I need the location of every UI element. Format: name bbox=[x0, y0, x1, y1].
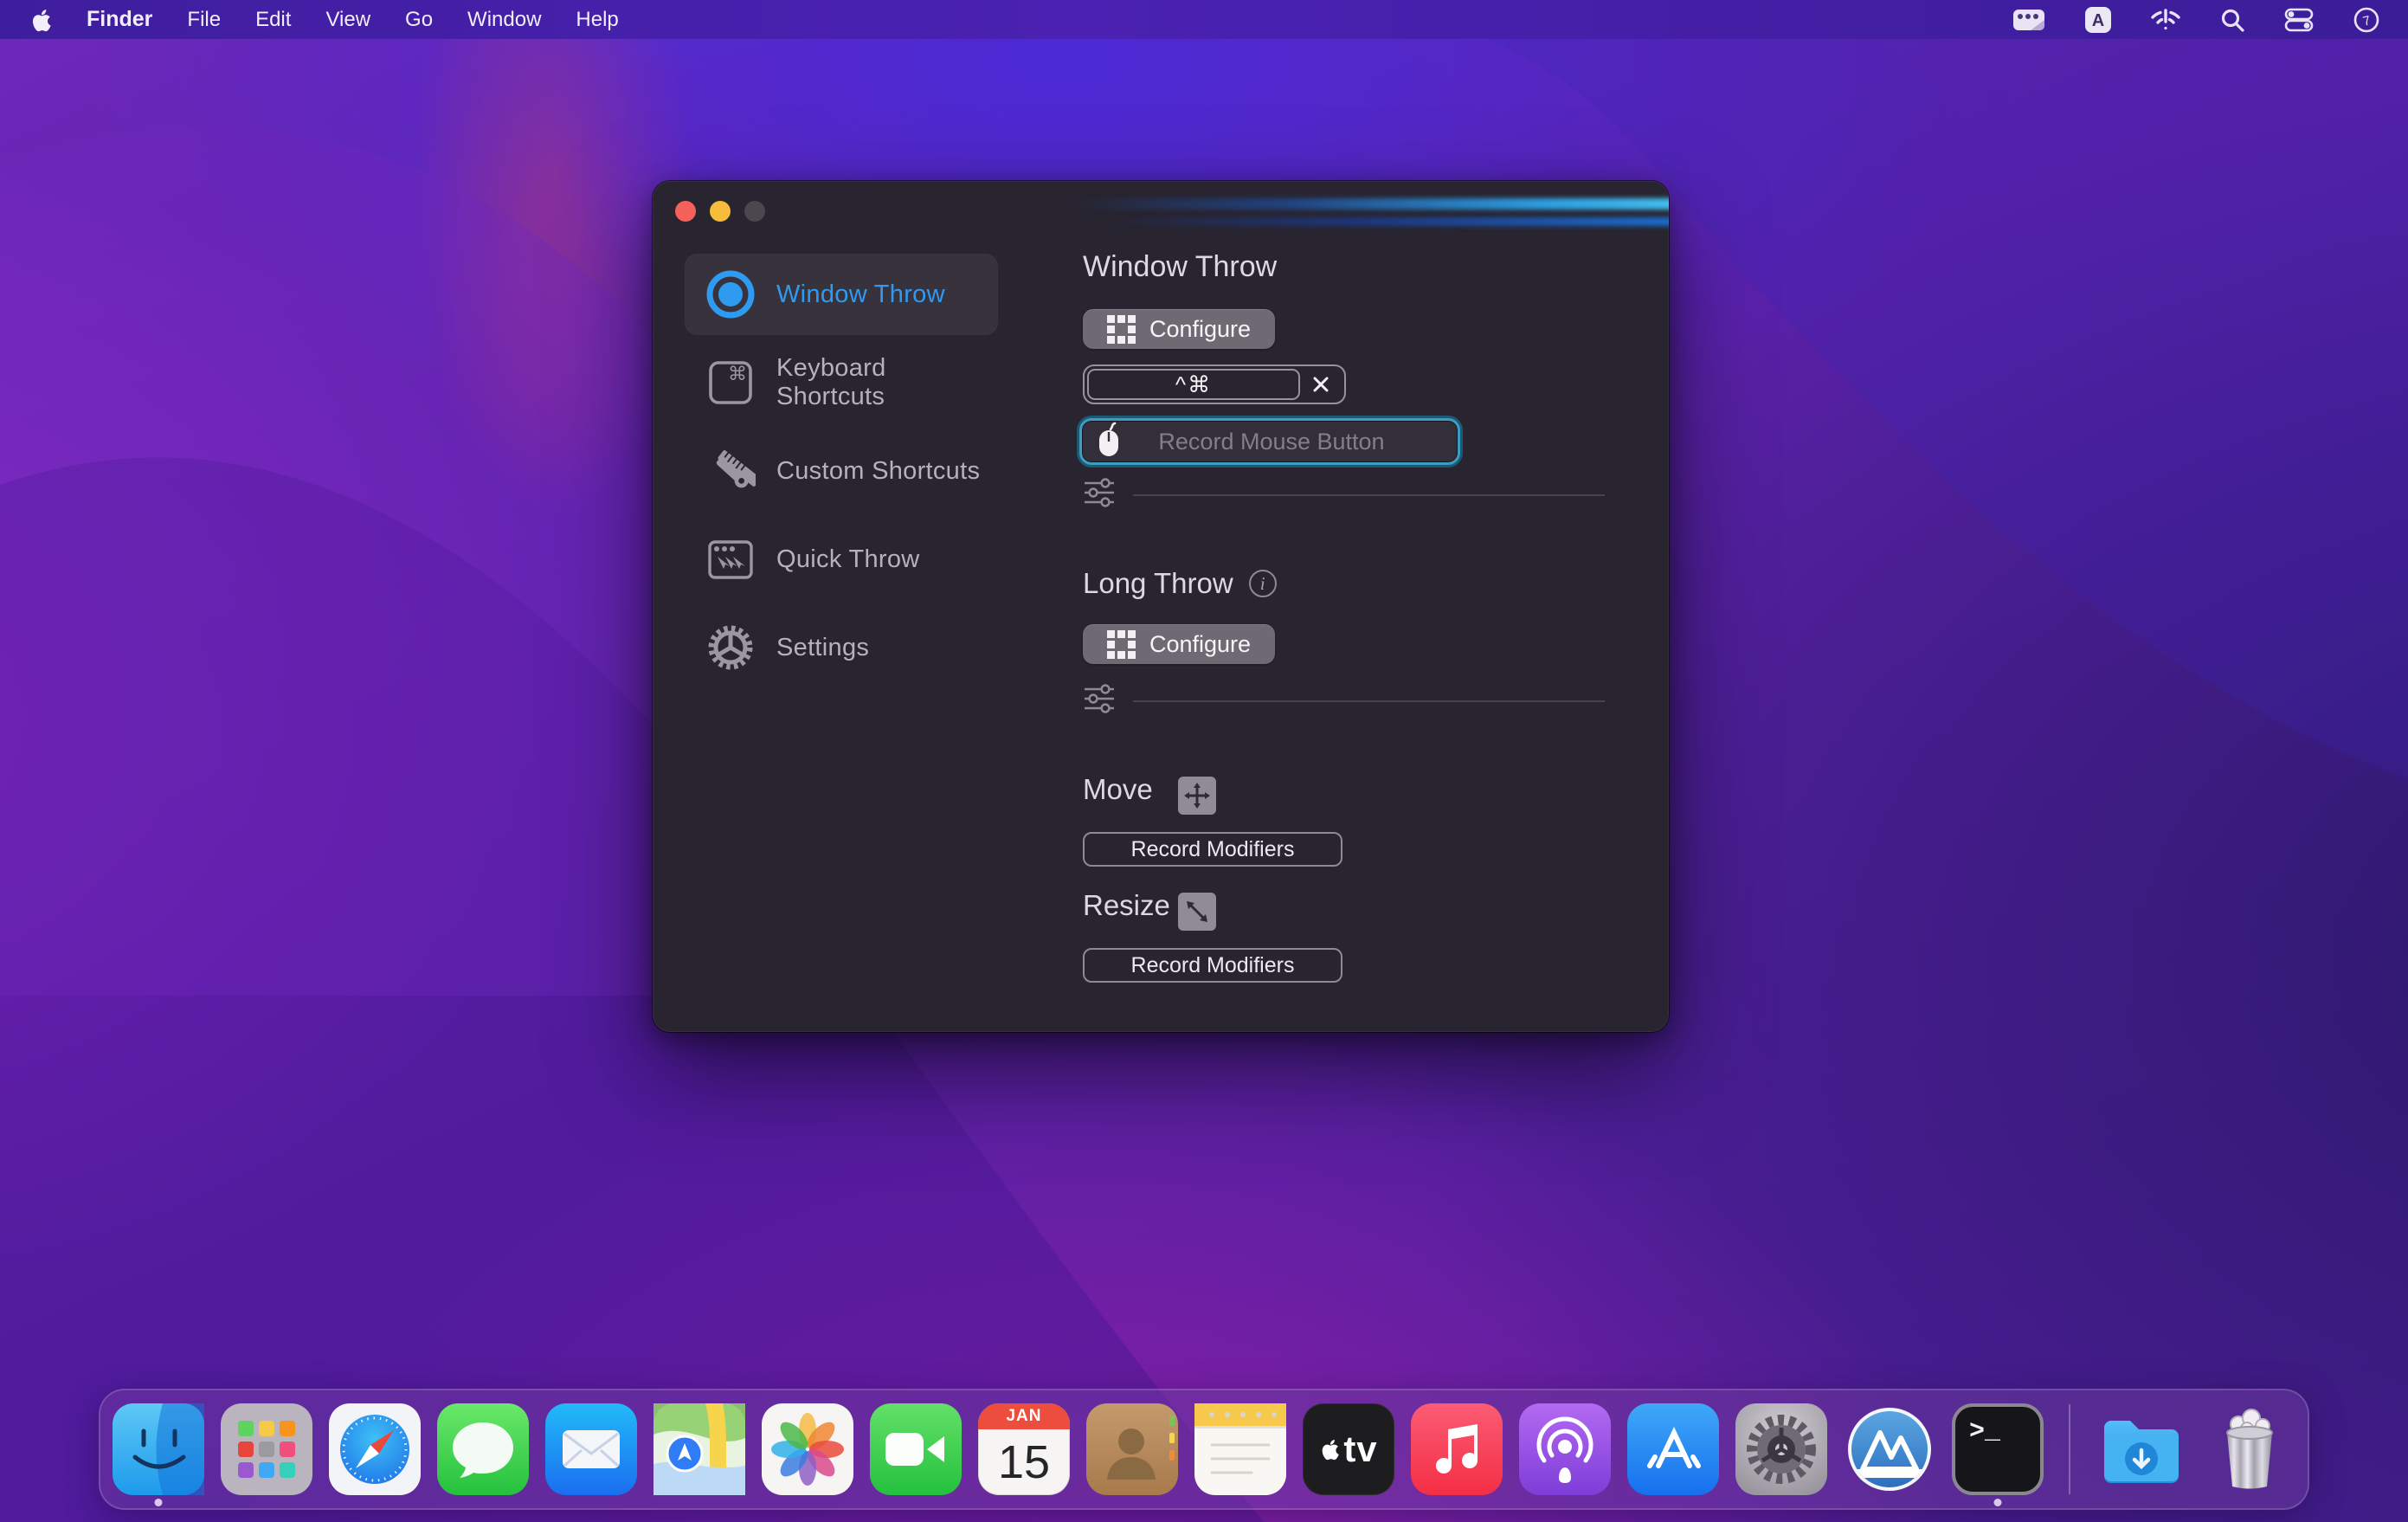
keyboard-shortcuts-icon: ⌘ bbox=[685, 358, 776, 408]
wifi-alert-icon[interactable] bbox=[2150, 7, 2181, 33]
record-mouse-button-field[interactable]: Record Mouse Button bbox=[1079, 418, 1460, 465]
window-throw-configure-button[interactable]: Configure bbox=[1083, 309, 1275, 349]
calendar-day: 15 bbox=[978, 1429, 1070, 1495]
window-throw-options-row bbox=[1083, 475, 1605, 514]
clock-icon[interactable]: 7 bbox=[2353, 6, 2380, 34]
custom-shortcuts-icon bbox=[685, 446, 776, 496]
apple-menu-icon[interactable] bbox=[29, 7, 52, 33]
sidebar-label: Settings bbox=[776, 634, 869, 662]
dock-trash-icon[interactable] bbox=[2204, 1403, 2295, 1495]
app-window: Window Throw ⌘ Keyboard Shortcuts bbox=[653, 181, 1669, 1032]
dock-launchpad-icon[interactable] bbox=[221, 1403, 312, 1495]
dock-facetime-icon[interactable] bbox=[870, 1403, 962, 1495]
dock-notes-icon[interactable] bbox=[1194, 1403, 1286, 1495]
record-mouse-placeholder: Record Mouse Button bbox=[1124, 429, 1420, 455]
sidebar-label: Quick Throw bbox=[776, 545, 920, 574]
menu-window[interactable]: Window bbox=[467, 8, 541, 32]
sidebar-label: Keyboard Shortcuts bbox=[776, 354, 998, 411]
dock-finder-icon[interactable] bbox=[113, 1403, 204, 1495]
long-throw-info-icon[interactable]: i bbox=[1249, 570, 1277, 597]
window-throw-shortcut-control: ^⌘ bbox=[1083, 364, 1346, 404]
menu-bar: Finder File Edit View Go Window Help A bbox=[0, 0, 2408, 39]
dock-separator bbox=[2069, 1404, 2070, 1494]
move-icon bbox=[1178, 777, 1216, 815]
dock-mail-icon[interactable] bbox=[545, 1403, 637, 1495]
close-button[interactable] bbox=[675, 201, 696, 222]
main-content: Window Throw Configure ^⌘ bbox=[1083, 181, 1637, 1032]
dock-app-store-icon[interactable] bbox=[1627, 1403, 1719, 1495]
keystroke-overlay-icon[interactable] bbox=[2012, 7, 2046, 33]
menu-file[interactable]: File bbox=[187, 8, 221, 32]
grid-icon bbox=[1107, 630, 1136, 659]
svg-text:A: A bbox=[2092, 11, 2104, 30]
menu-help[interactable]: Help bbox=[576, 8, 618, 32]
calendar-month: JAN bbox=[978, 1403, 1070, 1429]
x-icon bbox=[1311, 375, 1330, 394]
long-throw-heading: Long Throw i bbox=[1083, 567, 1277, 600]
terminal-prompt: >_ bbox=[1969, 1417, 2000, 1447]
menu-view[interactable]: View bbox=[325, 8, 370, 32]
long-throw-configure-button[interactable]: Configure bbox=[1083, 624, 1275, 664]
grid-icon bbox=[1107, 315, 1136, 344]
divider bbox=[1133, 700, 1605, 702]
tv-label: tv bbox=[1343, 1428, 1377, 1470]
dock-calendar-icon[interactable]: JAN 15 bbox=[978, 1403, 1070, 1495]
sidebar-label: Window Throw bbox=[776, 281, 945, 309]
sliders-icon[interactable] bbox=[1083, 681, 1116, 720]
sidebar-item-settings[interactable]: Settings bbox=[685, 607, 998, 688]
shortcut-field[interactable]: ^⌘ bbox=[1087, 369, 1300, 400]
sidebar-item-custom-shortcuts[interactable]: Custom Shortcuts bbox=[685, 430, 998, 512]
dock-messages-icon[interactable] bbox=[437, 1403, 529, 1495]
dock-system-preferences-icon[interactable] bbox=[1735, 1403, 1827, 1495]
control-center-icon[interactable] bbox=[2283, 7, 2315, 33]
menubar-app-name[interactable]: Finder bbox=[87, 7, 152, 32]
window-throw-icon bbox=[685, 269, 776, 319]
dock: JAN 15 bbox=[99, 1389, 2309, 1510]
divider bbox=[1133, 494, 1605, 496]
dock-window-manager-app-icon[interactable] bbox=[1844, 1403, 1935, 1495]
zoom-button[interactable] bbox=[744, 201, 765, 222]
menu-edit[interactable]: Edit bbox=[255, 8, 291, 32]
svg-text:⌘: ⌘ bbox=[728, 364, 747, 385]
desktop: Finder File Edit View Go Window Help A bbox=[0, 0, 2408, 1522]
dock-music-icon[interactable] bbox=[1411, 1403, 1503, 1495]
clear-shortcut-button[interactable] bbox=[1300, 369, 1342, 400]
sidebar-item-keyboard-shortcuts[interactable]: ⌘ Keyboard Shortcuts bbox=[685, 342, 998, 423]
long-throw-options-row bbox=[1083, 681, 1605, 720]
menu-go[interactable]: Go bbox=[405, 8, 433, 32]
svg-text:7: 7 bbox=[2361, 13, 2372, 29]
dock-safari-icon[interactable] bbox=[329, 1403, 421, 1495]
window-throw-heading: Window Throw bbox=[1083, 250, 1277, 284]
dock-podcasts-icon[interactable] bbox=[1519, 1403, 1611, 1495]
window-controls bbox=[675, 201, 765, 222]
dock-photos-icon[interactable] bbox=[762, 1403, 853, 1495]
dock-terminal-icon[interactable]: >_ bbox=[1952, 1403, 2044, 1495]
mouse-icon bbox=[1094, 422, 1124, 462]
resize-record-modifiers-button[interactable]: Record Modifiers bbox=[1083, 948, 1342, 983]
sidebar-label: Custom Shortcuts bbox=[776, 457, 980, 486]
dock-tv-icon[interactable]: tv bbox=[1303, 1403, 1394, 1495]
minimize-button[interactable] bbox=[710, 201, 731, 222]
sidebar-item-window-throw[interactable]: Window Throw bbox=[685, 254, 998, 335]
resize-icon bbox=[1178, 893, 1216, 931]
move-record-modifiers-button[interactable]: Record Modifiers bbox=[1083, 832, 1342, 867]
spotlight-icon[interactable] bbox=[2219, 7, 2245, 33]
settings-gear-icon bbox=[685, 622, 776, 673]
sidebar-item-quick-throw[interactable]: Quick Throw bbox=[685, 519, 998, 600]
move-label: Move bbox=[1083, 773, 1153, 806]
resize-label: Resize bbox=[1083, 889, 1170, 922]
input-source-icon[interactable]: A bbox=[2084, 6, 2112, 34]
running-indicator bbox=[1994, 1499, 2002, 1506]
dock-contacts-icon[interactable] bbox=[1086, 1403, 1178, 1495]
quick-throw-icon bbox=[685, 534, 776, 584]
running-indicator bbox=[155, 1499, 163, 1506]
sliders-icon[interactable] bbox=[1083, 475, 1116, 514]
dock-maps-icon[interactable] bbox=[654, 1403, 745, 1495]
dock-downloads-folder-icon[interactable] bbox=[2096, 1403, 2187, 1495]
apple-logo bbox=[1319, 1437, 1340, 1461]
